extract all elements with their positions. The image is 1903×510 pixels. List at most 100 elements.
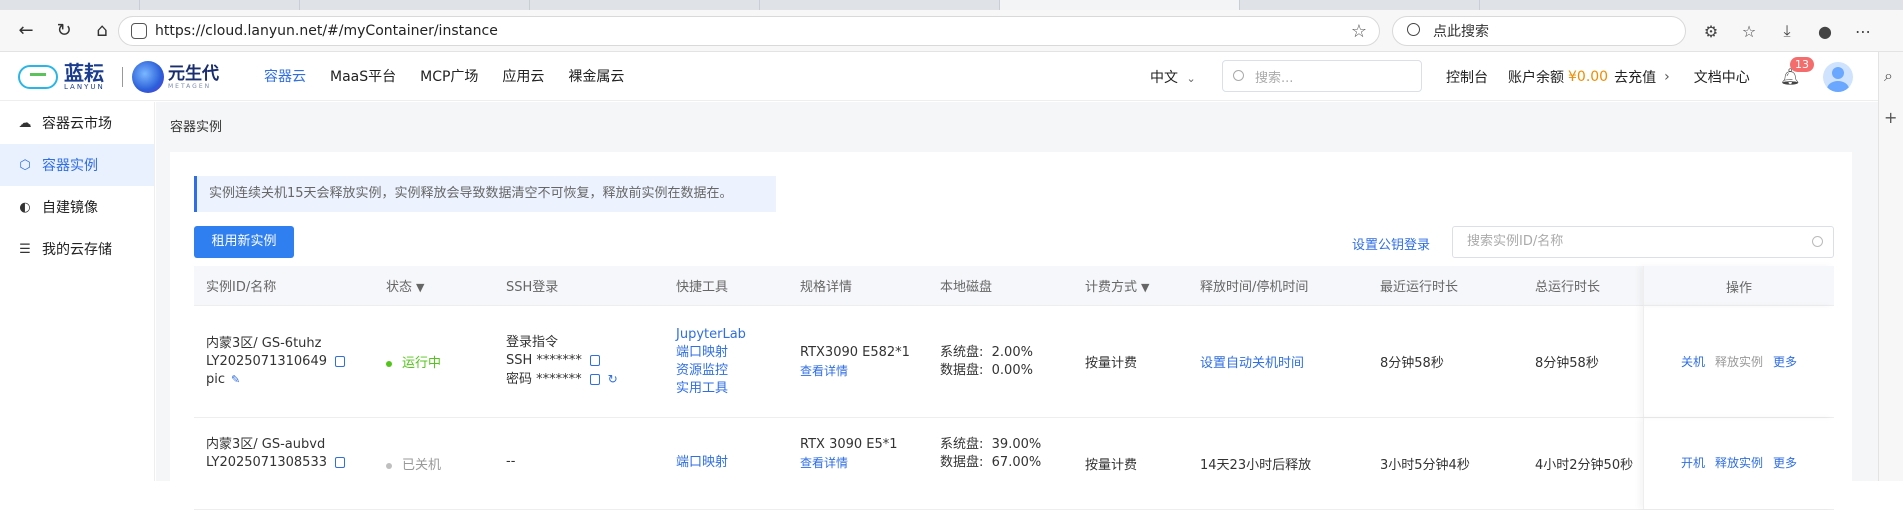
- col-header-ssh: SSH登录: [506, 280, 559, 295]
- nav-bare-metal[interactable]: 裸金属云: [556, 53, 636, 101]
- browser-tab[interactable]: [300, 0, 530, 10]
- disk-cell: 系统盘: 2.00% 数据盘: 0.00%: [928, 344, 1073, 380]
- instance-region: 内蒙3区/ GS-6tuhz: [206, 335, 322, 351]
- tool-jupyterlab-link[interactable]: JupyterLab: [676, 326, 788, 344]
- col-header-actions: 操作: [1643, 266, 1834, 306]
- total-runtime: 4小时2分钟50秒: [1535, 458, 1634, 473]
- sidebar-item-container-instance[interactable]: ⬡ 容器实例: [0, 144, 154, 186]
- ssh-cell: 登录指令 SSH ******* 密码 ******* ↻: [494, 334, 664, 389]
- col-header-status[interactable]: 状态 ▼: [374, 276, 494, 295]
- copy-icon[interactable]: [334, 457, 345, 468]
- data-disk-usage: 67.00%: [991, 455, 1042, 470]
- instance-panel: 实例连续关机15天会释放实例，实例释放会导致数据清空不可恢复，释放前实例在数据在…: [170, 152, 1852, 510]
- instance-search-input[interactable]: 搜索实例ID/名称: [1452, 226, 1834, 258]
- more-icon[interactable]: ⋯: [1852, 20, 1874, 42]
- filter-icon[interactable]: ▼: [416, 281, 424, 294]
- col-header-spec: 规格详情: [800, 280, 853, 295]
- balance-label: 账户余额: [1508, 70, 1564, 86]
- browser-tab[interactable]: [0, 0, 140, 10]
- power-on-button[interactable]: 开机: [1681, 454, 1705, 471]
- favorites-icon[interactable]: ☆: [1738, 20, 1760, 42]
- more-button[interactable]: 更多: [1773, 454, 1797, 471]
- nav-container-cloud[interactable]: 容器云: [252, 53, 318, 101]
- billing-cell: 按量计费: [1085, 458, 1138, 473]
- breadcrumb: 容器实例: [170, 120, 223, 135]
- docs-link[interactable]: 文档中心: [1694, 67, 1750, 87]
- tool-port-mapping-link[interactable]: 端口映射: [676, 454, 788, 472]
- instance-name: pic: [206, 371, 226, 387]
- console-link[interactable]: 控制台: [1446, 67, 1488, 87]
- set-auto-shutdown-link[interactable]: 设置自动关机时间: [1188, 352, 1368, 371]
- tool-monitor-link[interactable]: 资源监控: [676, 362, 788, 380]
- search-icon: [1233, 70, 1244, 81]
- filter-icon[interactable]: ▼: [1141, 281, 1149, 294]
- status-cell: 已关机: [374, 436, 494, 473]
- address-bar[interactable]: https://cloud.lanyun.net/#/myContainer/i…: [118, 16, 1380, 46]
- reload-icon[interactable]: ↻: [52, 19, 76, 43]
- browser-tab[interactable]: [530, 0, 760, 10]
- browser-tab-strip: [0, 0, 1903, 10]
- spec-details-link[interactable]: 查看详情: [800, 362, 928, 380]
- sidebar-item-cloud-storage[interactable]: ☰ 我的云存储: [0, 228, 154, 270]
- main-content: 容器实例 实例连续关机15天会释放实例，实例释放会导致数据清空不可恢复，释放前实…: [156, 102, 1878, 510]
- sidebar: ☁ 容器云市场 ⬡ 容器实例 ◐ 自建镜像 ☰ 我的云存储: [0, 102, 155, 481]
- shutdown-button[interactable]: 关机: [1681, 353, 1705, 370]
- tool-utilities-link[interactable]: 实用工具: [676, 380, 788, 398]
- browser-search-box[interactable]: 点此搜索: [1392, 16, 1686, 46]
- edit-icon[interactable]: ✎: [231, 371, 240, 389]
- search-icon[interactable]: ⌕: [1884, 66, 1893, 86]
- more-button[interactable]: 更多: [1773, 353, 1797, 370]
- search-icon: [1407, 23, 1420, 36]
- release-instance-button[interactable]: 释放实例: [1715, 353, 1763, 370]
- add-icon[interactable]: +: [1884, 108, 1897, 127]
- spec-details-link[interactable]: 查看详情: [800, 454, 928, 472]
- browser-tab-active[interactable]: [1000, 0, 1240, 10]
- sidebar-item-label: 容器云市场: [42, 116, 112, 132]
- release-instance-button[interactable]: 释放实例: [1715, 454, 1763, 471]
- star-icon[interactable]: ☆: [1351, 21, 1367, 42]
- address-url: https://cloud.lanyun.net/#/myContainer/i…: [155, 23, 498, 39]
- header-search-placeholder: 搜索...: [1255, 70, 1294, 86]
- spec-text: RTX3090 E582*1: [800, 344, 910, 360]
- table-header: 实例ID/名称 状态 ▼ SSH登录 快捷工具 规格详情 本地磁盘 计费方式 ▼ 释…: [194, 266, 1834, 306]
- profile-icon[interactable]: ●: [1814, 20, 1836, 42]
- browser-tab[interactable]: [140, 0, 300, 10]
- system-disk-usage: 39.00%: [991, 437, 1042, 452]
- copy-icon[interactable]: [334, 355, 345, 367]
- recharge-link[interactable]: 去充值: [1614, 67, 1656, 87]
- nav-app-cloud[interactable]: 应用云: [490, 53, 556, 101]
- rent-new-instance-button[interactable]: 租用新实例: [194, 226, 294, 258]
- browser-tab[interactable]: [1240, 0, 1480, 10]
- nav-maas[interactable]: MaaS平台: [318, 53, 408, 101]
- sidebar-item-container-market[interactable]: ☁ 容器云市场: [0, 102, 154, 144]
- status-badge: 已关机: [402, 458, 442, 473]
- spec-cell: RTX 3090 E5*1 查看详情: [788, 436, 928, 472]
- status-badge: 运行中: [402, 356, 442, 371]
- metagen-logo-mark: [132, 61, 164, 93]
- spec-cell: RTX3090 E582*1 查看详情: [788, 344, 928, 380]
- back-arrow-icon[interactable]: ←: [14, 19, 38, 43]
- lanyun-logo[interactable]: 蓝耘 LANYUN: [18, 63, 105, 91]
- refresh-icon[interactable]: ↻: [608, 370, 618, 388]
- language-select[interactable]: 中文 ⌄: [1150, 67, 1196, 87]
- metagen-logo[interactable]: 元生代 METAGEN: [132, 61, 219, 93]
- col-header-billing[interactable]: 计费方式 ▼: [1073, 276, 1188, 295]
- extensions-icon[interactable]: ⚙: [1700, 20, 1722, 42]
- notification-badge: 13: [1790, 57, 1814, 72]
- header-search-input[interactable]: 搜索...: [1222, 60, 1422, 92]
- downloads-icon[interactable]: ⤓: [1776, 20, 1798, 42]
- metagen-logo-text: 元生代: [168, 63, 219, 84]
- browser-tab[interactable]: [760, 0, 1000, 10]
- avatar[interactable]: [1823, 62, 1853, 92]
- copy-icon[interactable]: [589, 374, 600, 385]
- nav-mcp[interactable]: MCP广场: [408, 53, 490, 101]
- tool-port-mapping-link[interactable]: 端口映射: [676, 344, 788, 362]
- set-pubkey-link[interactable]: 设置公钥登录: [1352, 234, 1430, 253]
- logo-divider: [122, 67, 123, 87]
- copy-icon[interactable]: [589, 355, 600, 366]
- home-icon[interactable]: ⌂: [90, 19, 114, 43]
- sidebar-item-custom-image[interactable]: ◐ 自建镜像: [0, 186, 154, 228]
- recent-runtime: 3小时5分钟4秒: [1380, 458, 1470, 473]
- ssh-password: 密码 *******: [506, 372, 582, 387]
- instance-search-placeholder: 搜索实例ID/名称: [1467, 234, 1564, 249]
